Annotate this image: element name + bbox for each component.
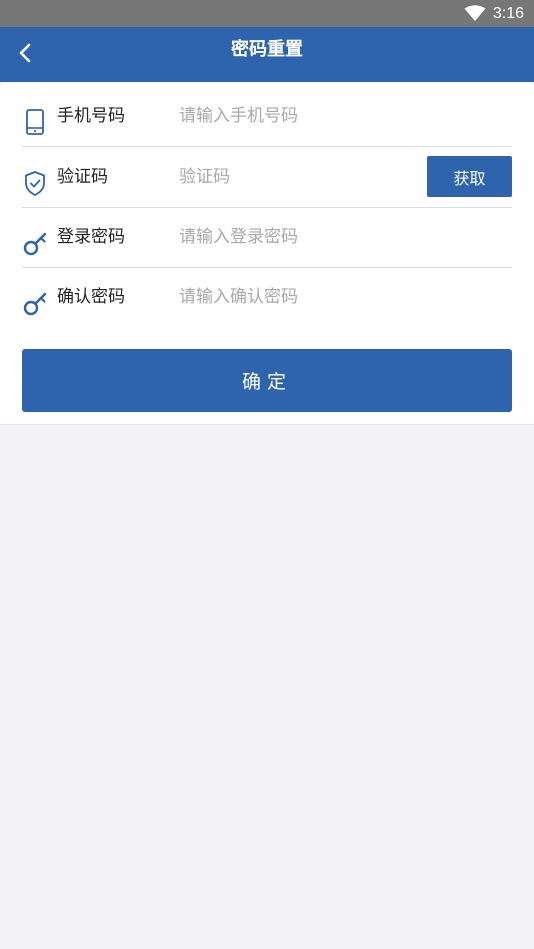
confirm-button[interactable]: 确定 <box>22 349 512 412</box>
page-title: 密码重置 <box>231 39 303 60</box>
phone-input[interactable] <box>179 102 419 130</box>
key-icon <box>23 232 47 256</box>
confirm-password-row: 确认密码 <box>22 267 512 327</box>
key-icon <box>23 292 47 316</box>
app-bar: 密码重置 <box>0 27 534 82</box>
login-password-label: 登录密码 <box>57 227 125 247</box>
login-password-row: 登录密码 <box>22 207 512 268</box>
get-code-button[interactable]: 获取 <box>427 156 512 197</box>
confirm-password-input[interactable] <box>179 283 419 311</box>
confirm-password-label: 确认密码 <box>57 287 125 307</box>
code-label: 验证码 <box>57 167 108 187</box>
wifi-icon <box>464 5 486 21</box>
status-time: 3:16 <box>492 5 524 22</box>
phone-row: 手机号码 <box>22 86 512 147</box>
code-row: 验证码 获取 <box>22 147 512 208</box>
reset-form-card: 手机号码 验证码 获取 登录密码 确认密码 确定 <box>0 82 534 425</box>
shield-check-icon <box>25 171 45 196</box>
phone-icon <box>26 109 44 135</box>
phone-label: 手机号码 <box>57 106 125 126</box>
login-password-input[interactable] <box>179 223 419 251</box>
code-input[interactable] <box>179 163 399 191</box>
status-bar: 3:16 <box>0 0 534 27</box>
